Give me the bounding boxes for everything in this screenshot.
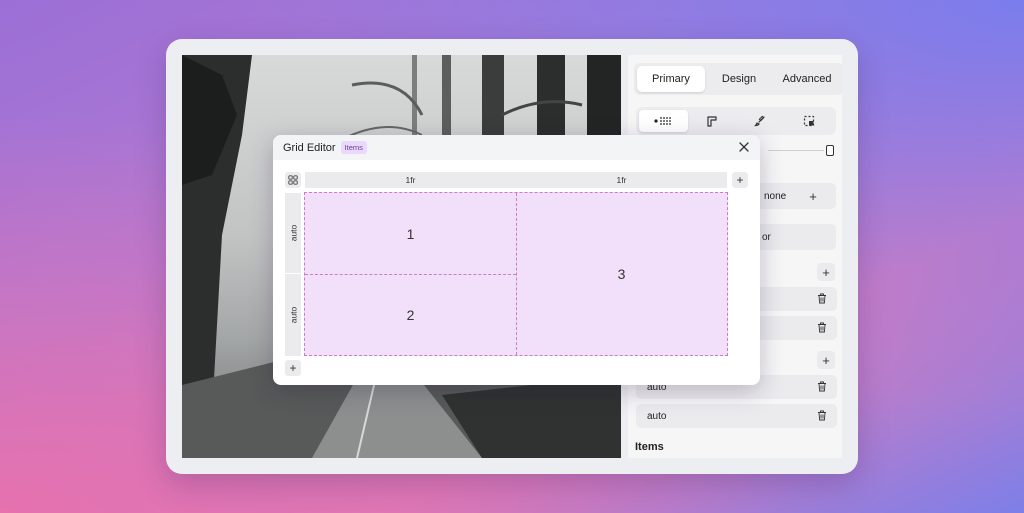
trash-icon[interactable] <box>817 322 827 333</box>
partial-field-value: or <box>762 231 771 243</box>
row-header-2[interactable]: auto <box>285 274 301 356</box>
tab-primary[interactable]: Primary <box>637 66 705 92</box>
panel-tabs: Primary Design Advanced <box>634 63 842 95</box>
brush-icon <box>754 115 765 127</box>
trash-icon[interactable] <box>817 381 827 392</box>
column-header-2[interactable]: 1fr <box>516 172 727 188</box>
none-value: none <box>764 190 787 202</box>
layout-corner-icon <box>707 116 717 127</box>
row-track-2-value: auto <box>647 410 667 422</box>
tab-advanced[interactable]: Advanced <box>773 66 841 92</box>
layout-corner-button[interactable] <box>688 110 737 132</box>
grid-cell-2[interactable]: 2 <box>305 274 516 355</box>
row-header-2-label: auto <box>288 306 299 324</box>
grid-dots-icon <box>654 117 672 125</box>
add-column-button[interactable]: + <box>817 263 835 281</box>
add-row-button[interactable]: + <box>817 351 835 369</box>
grid-dots-button[interactable] <box>639 110 688 132</box>
column-header-1[interactable]: 1fr <box>305 172 516 188</box>
tab-design[interactable]: Design <box>705 66 773 92</box>
plus-icon: + <box>736 173 744 187</box>
add-column-button[interactable]: + <box>732 172 748 188</box>
add-none-button[interactable]: + <box>804 187 822 205</box>
grid-editor-modal: Grid Editor Items 1fr 1fr + auto auto + … <box>273 135 760 385</box>
grid-icon <box>288 175 298 185</box>
dashed-square-button[interactable] <box>785 110 834 132</box>
grid-toggle-button[interactable] <box>285 172 301 188</box>
slider-track[interactable] <box>768 150 824 151</box>
brush-button[interactable] <box>736 110 785 132</box>
add-row-button[interactable]: + <box>285 360 301 376</box>
row-header-1[interactable]: auto <box>285 193 301 273</box>
plus-icon: + <box>809 188 817 204</box>
modal-header: Grid Editor Items <box>273 135 760 160</box>
items-badge: Items <box>340 141 367 154</box>
plus-icon: + <box>822 264 830 280</box>
close-icon[interactable] <box>738 141 750 153</box>
trash-icon[interactable] <box>817 410 827 421</box>
plus-icon: + <box>822 352 830 368</box>
row-track-2[interactable]: auto <box>636 404 837 428</box>
grid-area: 1 2 3 <box>304 192 728 356</box>
grid-cell-3[interactable]: 3 <box>516 193 727 355</box>
layout-mode-toolbar <box>636 107 836 135</box>
plus-icon: + <box>289 361 297 375</box>
grid-cell-1[interactable]: 1 <box>305 193 516 274</box>
row-header-1-label: auto <box>288 224 299 242</box>
slider-knob[interactable] <box>826 145 834 156</box>
trash-icon[interactable] <box>817 293 827 304</box>
dashed-square-icon <box>803 115 814 127</box>
items-section-label: Items <box>635 441 664 453</box>
modal-title: Grid Editor <box>283 141 336 154</box>
